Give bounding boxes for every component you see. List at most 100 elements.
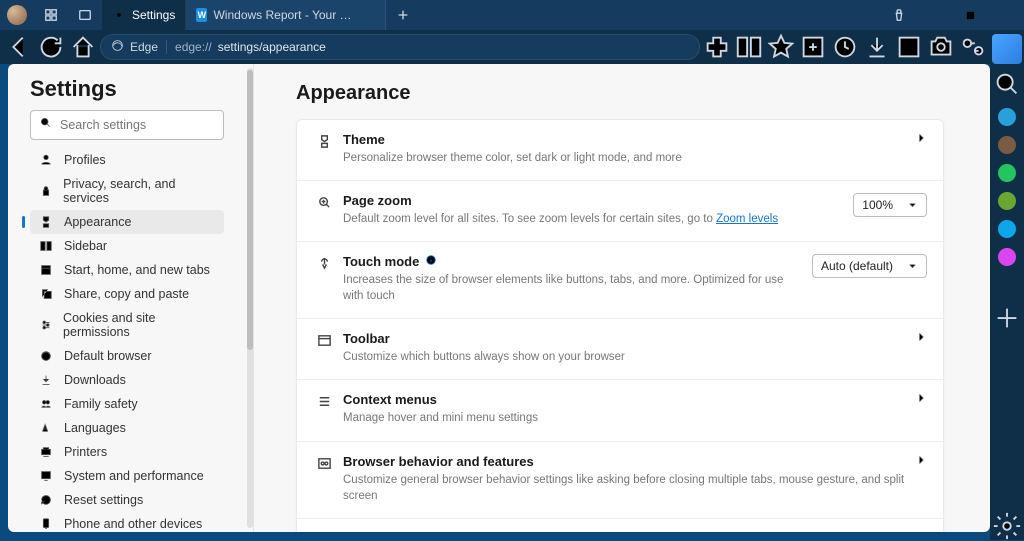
nav-item-phone-and-other-devices[interactable]: Phone and other devices xyxy=(30,512,224,532)
nav-icon xyxy=(38,469,54,483)
close-window-button[interactable] xyxy=(988,0,1024,30)
zoom-levels-link[interactable]: Zoom levels xyxy=(716,213,778,225)
row-title: Toolbar xyxy=(343,331,905,346)
row-browser-behavior[interactable]: Browser behavior and features Customize … xyxy=(297,441,943,518)
app-icon[interactable] xyxy=(894,33,924,61)
nav-icon xyxy=(38,445,54,459)
row-title: Page zoom xyxy=(343,193,843,208)
nav-item-cookies-and-site-permissions[interactable]: Cookies and site permissions xyxy=(30,306,224,344)
theme-icon xyxy=(313,132,335,149)
chevron-right-icon xyxy=(905,454,927,466)
row-fonts[interactable]: Fonts Customize fonts and font sizes xyxy=(297,518,943,532)
sidebar-scrollbar[interactable] xyxy=(247,68,253,528)
back-button[interactable] xyxy=(4,33,34,61)
sidebar-app-skype[interactable] xyxy=(998,220,1016,238)
row-desc: Customize general browser behavior setti… xyxy=(343,472,905,504)
minimize-button[interactable] xyxy=(916,0,952,30)
sidebar-app-amazon[interactable] xyxy=(998,192,1016,210)
nav-item-share-copy-and-paste[interactable]: Share, copy and paste xyxy=(30,282,224,306)
row-desc: Customize which buttons always show on y… xyxy=(343,349,905,365)
nav-item-system-and-performance[interactable]: System and performance xyxy=(30,464,224,488)
tab-actions-icon[interactable] xyxy=(68,8,102,22)
info-icon[interactable] xyxy=(425,254,437,269)
row-desc: Personalize browser theme color, set dar… xyxy=(343,150,905,166)
chevron-right-icon xyxy=(905,132,927,144)
settings-main: Appearance Theme Personalize browser the… xyxy=(254,64,990,532)
menu-icon xyxy=(313,392,335,409)
performance-icon[interactable] xyxy=(958,33,988,61)
tab-strip: Settings W Windows Report - Your go-to s… xyxy=(102,0,420,30)
nav-item-appearance[interactable]: Appearance xyxy=(30,210,224,234)
close-tab-icon[interactable] xyxy=(365,8,375,22)
maximize-button[interactable] xyxy=(952,0,988,30)
page-heading: Appearance xyxy=(296,82,944,105)
settings-search[interactable] xyxy=(30,110,224,140)
nav-item-sidebar[interactable]: Sidebar xyxy=(30,234,224,258)
tab-label: Settings xyxy=(132,8,175,22)
new-tab-button[interactable] xyxy=(386,0,420,30)
row-page-zoom: Page zoom Default zoom level for all sit… xyxy=(297,180,943,241)
row-touch-mode: Touch mode Increases the size of browser… xyxy=(297,241,943,318)
settings-title: Settings xyxy=(30,76,247,102)
row-title: Theme xyxy=(343,132,905,147)
nav-item-downloads[interactable]: Downloads xyxy=(30,368,224,392)
sidebar-apps xyxy=(990,64,1024,540)
nav-item-default-browser[interactable]: Default browser xyxy=(30,344,224,368)
sidebar-add-icon[interactable] xyxy=(992,304,1022,332)
nav-item-reset-settings[interactable]: Reset settings xyxy=(30,488,224,512)
extensions-icon[interactable] xyxy=(702,33,732,61)
nav-label: Languages xyxy=(64,421,126,435)
screenshot-icon[interactable] xyxy=(926,33,956,61)
nav-icon xyxy=(38,153,54,167)
address-engine: Edge xyxy=(130,40,167,54)
row-toolbar[interactable]: Toolbar Customize which buttons always s… xyxy=(297,318,943,379)
downloads-toolbar-icon[interactable] xyxy=(862,33,892,61)
copilot-button[interactable] xyxy=(992,34,1022,64)
sidebar-app-whatsapp[interactable] xyxy=(998,164,1016,182)
touch-dropdown[interactable]: Auto (default) xyxy=(812,254,927,278)
profile-avatar[interactable] xyxy=(0,5,34,25)
workspaces-icon[interactable] xyxy=(34,8,68,22)
nav-label: Downloads xyxy=(64,373,126,387)
nav-icon xyxy=(38,373,54,387)
split-screen-icon[interactable] xyxy=(734,33,764,61)
sidebar-app-avatar[interactable] xyxy=(998,136,1016,154)
sidebar-app-messenger[interactable] xyxy=(998,248,1016,266)
toolbar-icon xyxy=(313,331,335,348)
edge-logo-icon xyxy=(111,39,124,55)
row-theme[interactable]: Theme Personalize browser theme color, s… xyxy=(297,120,943,180)
zoom-dropdown[interactable]: 100% xyxy=(853,193,927,217)
nav-icon xyxy=(38,493,54,507)
sidebar-search-icon[interactable] xyxy=(992,70,1022,98)
sidebar-settings-icon[interactable] xyxy=(992,512,1022,540)
nav-item-languages[interactable]: Languages xyxy=(30,416,224,440)
sidebar-app-telegram[interactable] xyxy=(998,108,1016,126)
site-favicon: W xyxy=(196,8,207,22)
nav-icon xyxy=(38,215,54,229)
nav-label: Sidebar xyxy=(64,239,107,253)
tab-settings[interactable]: Settings xyxy=(102,0,186,30)
nav-item-privacy-search-and-services[interactable]: Privacy, search, and services xyxy=(30,172,224,210)
nav-icon xyxy=(38,263,54,277)
home-button[interactable] xyxy=(68,33,98,61)
chevron-right-icon xyxy=(905,392,927,404)
nav-item-family-safety[interactable]: Family safety xyxy=(30,392,224,416)
nav-item-printers[interactable]: Printers xyxy=(30,440,224,464)
row-title: Context menus xyxy=(343,392,905,407)
history-icon[interactable] xyxy=(830,33,860,61)
settings-sidebar: Settings Profiles Privacy, search, and se… xyxy=(8,64,254,532)
refresh-button[interactable] xyxy=(36,33,66,61)
nav-item-profiles[interactable]: Profiles xyxy=(30,148,224,172)
tab-windowsreport[interactable]: W Windows Report - Your go-to sou xyxy=(186,0,386,30)
collections-icon[interactable] xyxy=(798,33,828,61)
rewards-icon[interactable] xyxy=(882,0,916,30)
nav-label: Phone and other devices xyxy=(64,517,202,531)
nav-item-start-home-and-new-tabs[interactable]: Start, home, and new tabs xyxy=(30,258,224,282)
favorites-icon[interactable] xyxy=(766,33,796,61)
content-frame: Settings Profiles Privacy, search, and se… xyxy=(8,64,990,532)
address-bar[interactable]: Edge edge://settings/appearance xyxy=(100,34,700,60)
nav-label: Profiles xyxy=(64,153,106,167)
row-context-menus[interactable]: Context menus Manage hover and mini menu… xyxy=(297,379,943,440)
search-input[interactable] xyxy=(60,118,221,132)
tab-label: Windows Report - Your go-to sou xyxy=(213,8,353,22)
